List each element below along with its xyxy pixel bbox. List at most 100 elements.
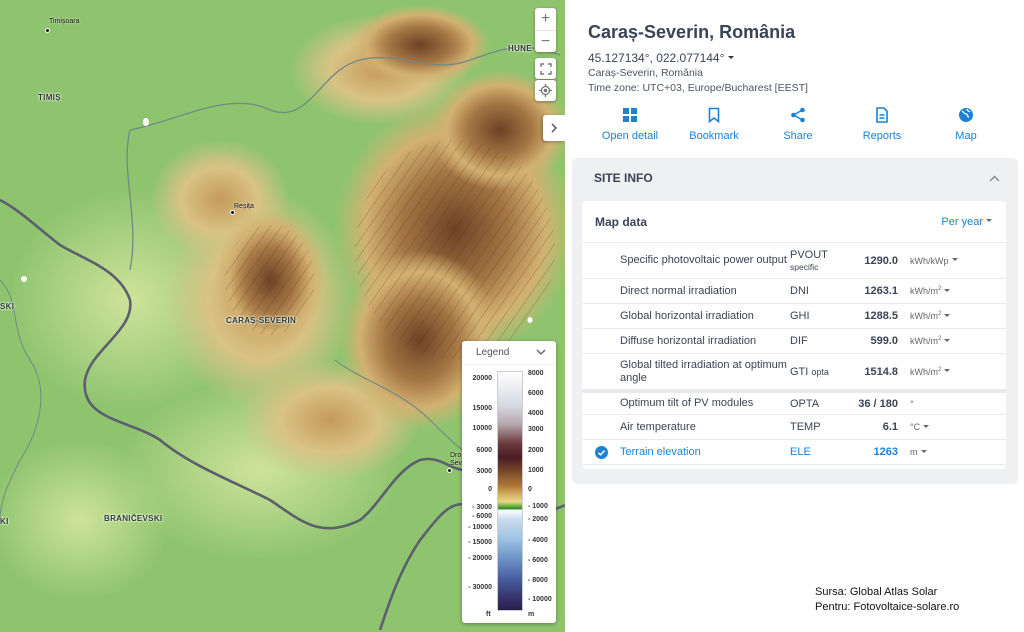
row-label: Terrain elevation [620, 445, 701, 458]
legend-ft-tick: - 10000 [468, 524, 492, 531]
caret-down-icon [944, 338, 951, 342]
row-abbreviation: TEMP [790, 421, 852, 433]
data-row[interactable]: Global horizontal irradiation GHI 1288.5 k… [582, 304, 1006, 329]
place-hunedoara: HUNE [508, 44, 532, 53]
legend-m-tick: - 10000 [528, 596, 552, 603]
terrain-map[interactable]: Timișoara TIMIȘ Reșița CARAȘ-SEVERIN BRA… [0, 0, 565, 632]
legend-ft-tick: 20000 [472, 375, 492, 382]
data-row[interactable]: Diffuse horizontal irradiation DIF 599.0 k… [582, 329, 1006, 354]
unit-selector[interactable]: kWh/kWp [910, 256, 958, 266]
site-title: Caraș-Severin, România [588, 22, 796, 42]
chevron-down-icon [536, 349, 546, 355]
reports-button[interactable]: Reports [840, 107, 924, 142]
row-unit-text: °C [910, 422, 921, 432]
checked-icon [594, 445, 608, 459]
row-check[interactable] [582, 445, 620, 459]
caret-down-icon [944, 288, 951, 292]
credit-website: Pentru: Fotovoltaice-solare.ro [815, 601, 960, 613]
row-value: 1290.0 [864, 254, 898, 267]
period-selector[interactable]: Per year [941, 216, 992, 228]
row-abbreviation: ELE [790, 446, 852, 458]
unit-selector[interactable]: ° [910, 399, 914, 409]
row-abbr-main: OPTA [790, 397, 820, 410]
row-unit: kWh/m2 [910, 311, 941, 321]
place-resita: Reșița [234, 203, 254, 210]
share-button[interactable]: Share [756, 107, 840, 142]
place-edge-1: SKI [0, 302, 15, 311]
locate-icon [539, 84, 552, 97]
unit-selector[interactable]: kWh/m2 [910, 336, 951, 346]
row-label: Direct normal irradiation [620, 284, 737, 297]
fullscreen-button[interactable] [535, 58, 556, 79]
unit-selector[interactable]: kWh/m2 [910, 286, 951, 296]
row-unit-text: kWh/m [910, 366, 938, 377]
row-abbr-main: DNI [790, 285, 809, 297]
row-unit-sup: 2 [938, 336, 942, 342]
unit-selector[interactable]: °C [910, 422, 930, 432]
legend-ft-tick: - 30000 [468, 584, 492, 591]
coordinates-selector[interactable]: 45.127134°, 022.077144° [588, 51, 735, 65]
action-bar: Open detail Bookmark Share Reports Map [588, 107, 1008, 142]
row-value: 1263.1 [864, 285, 898, 297]
caret-down-icon [986, 219, 992, 222]
map-data-title: Map data [595, 214, 648, 229]
legend-header[interactable]: Legend [462, 341, 556, 365]
row-unit: °C [910, 422, 920, 432]
row-unit-sup: 2 [938, 311, 942, 317]
unit-selector[interactable]: kWh/m2 [910, 311, 951, 321]
row-unit-text: kWh/kWp [910, 255, 949, 266]
row-unit-sup: 2 [938, 366, 942, 373]
chevron-up-icon [989, 175, 1000, 181]
row-abbreviation: PVOUT specific [790, 249, 852, 273]
data-row[interactable]: Global tilted irradiation at optimum ang… [582, 354, 1006, 390]
caret-down-icon [951, 258, 958, 261]
data-row[interactable]: Terrain elevation ELE 1263 m [582, 440, 1006, 465]
legend-ft-tick: - 20000 [468, 555, 492, 562]
coordinates-value: 45.127134°, 022.077144° [588, 51, 725, 65]
row-abbr-sub: specific [790, 261, 819, 272]
legend-m-tick: 2000 [528, 447, 544, 454]
row-abbr-main: TEMP [790, 421, 821, 433]
map-button[interactable]: Map [924, 107, 1008, 142]
open-detail-button[interactable]: Open detail [588, 107, 672, 142]
caret-down-icon [923, 424, 930, 428]
drobeta-marker [447, 468, 452, 473]
legend-m-tick: - 1000 [528, 503, 548, 510]
row-value: 1288.5 [864, 310, 898, 322]
collapse-panel-button[interactable] [543, 115, 565, 141]
open-detail-label: Open detail [601, 130, 659, 142]
bookmark-button[interactable]: Bookmark [672, 107, 756, 142]
row-abbreviation: DIF [790, 335, 852, 347]
caret-down-icon [728, 55, 735, 59]
unit-selector[interactable]: m [910, 447, 927, 457]
zoom-in-button[interactable]: + [535, 8, 556, 30]
row-unit-text: kWh/m [910, 286, 938, 296]
row-value: 36 / 180 [858, 397, 898, 410]
row-abbreviation: GTI opta [790, 366, 852, 378]
site-info-header[interactable]: SITE INFO [572, 158, 1018, 198]
row-unit-text: ° [910, 398, 914, 409]
legend-ft-tick: 3000 [476, 468, 492, 475]
legend-m-tick: 8000 [528, 370, 544, 377]
row-unit: kWh/m2 [910, 367, 941, 377]
legend-m-tick: - 8000 [528, 577, 548, 584]
source-credit: Sursa: Global Atlas Solar Pentru: Fotovo… [815, 585, 959, 615]
data-row[interactable]: Optimum tilt of PV modules OPTA 36 / 180 ° [582, 390, 1006, 415]
data-row[interactable]: Specific photovoltaic power output PVOUT … [582, 243, 1006, 279]
data-row[interactable]: Air temperature TEMP 6.1 °C [582, 415, 1006, 440]
timezone-text: Time zone: UTC+03, Europe/Bucharest [EES… [588, 82, 808, 94]
row-label: Optimum tilt of PV modules [620, 397, 754, 409]
share-icon [791, 107, 805, 123]
data-row[interactable]: Direct normal irradiation DNI 1263.1 kWh/m… [582, 279, 1006, 304]
row-unit-text: kWh/m [910, 311, 938, 321]
locate-button[interactable] [535, 80, 556, 101]
unit-selector[interactable]: kWh/m2 [910, 367, 951, 377]
zoom-out-button[interactable]: − [535, 30, 556, 52]
map-legend: Legend 20000 15000 10000 6000 3000 0- 3000- 6… [462, 341, 556, 623]
row-label: Global tilted irradiation at optimum ang… [620, 358, 787, 384]
row-label: Diffuse horizontal irradiation [620, 334, 757, 347]
row-abbreviation: DNI [790, 285, 852, 297]
row-value: 599.0 [870, 335, 898, 347]
row-unit: kWh/kWp [910, 256, 949, 266]
place-timisoara: Timișoara [49, 18, 80, 25]
